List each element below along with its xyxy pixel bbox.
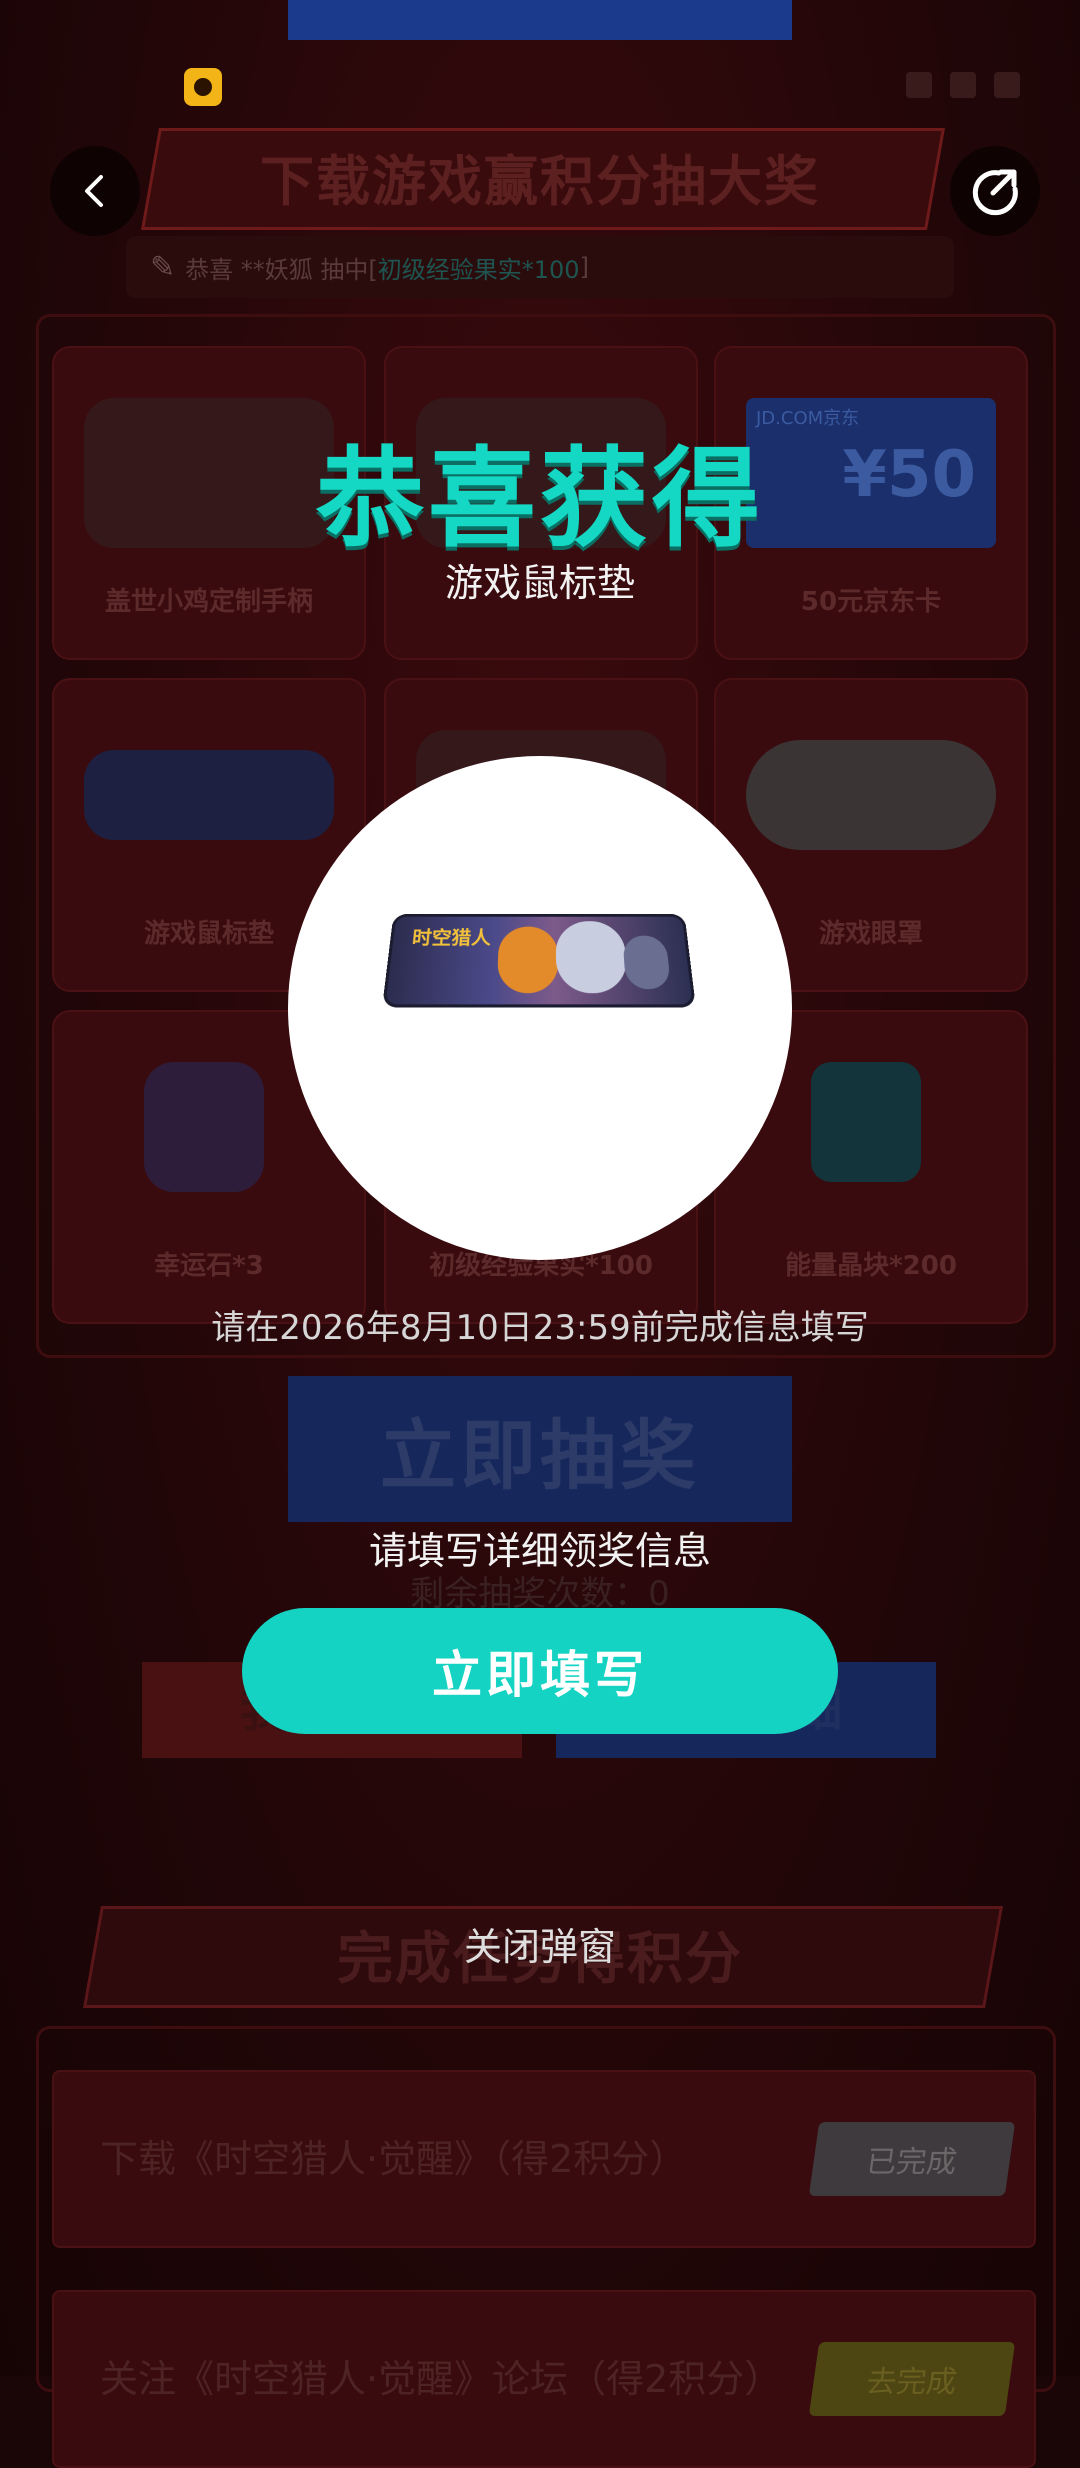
mousepad-logo: 时空猎人	[411, 926, 492, 949]
fill-hint: 请填写详细领奖信息	[368, 1529, 711, 1573]
close-popup-button[interactable]: 关闭弹窗	[0, 1916, 1080, 1971]
mousepad-art	[496, 926, 559, 994]
mousepad-image: 时空猎人	[382, 914, 696, 1008]
share-button[interactable]	[950, 146, 1040, 236]
prize-image-circle	[288, 756, 792, 1260]
fill-info-button[interactable]: 立即填写	[242, 1608, 838, 1734]
chevron-left-icon	[85, 175, 103, 207]
back-button[interactable]	[50, 146, 140, 236]
mousepad-art	[555, 921, 629, 994]
prize-name: 游戏鼠标垫	[444, 561, 635, 605]
mousepad-art	[622, 935, 672, 990]
win-title: 恭喜获得	[315, 437, 764, 562]
share-icon	[972, 169, 1018, 216]
deadline-text: 请在2026年8月10日23:59前完成信息填写	[211, 1308, 869, 1348]
